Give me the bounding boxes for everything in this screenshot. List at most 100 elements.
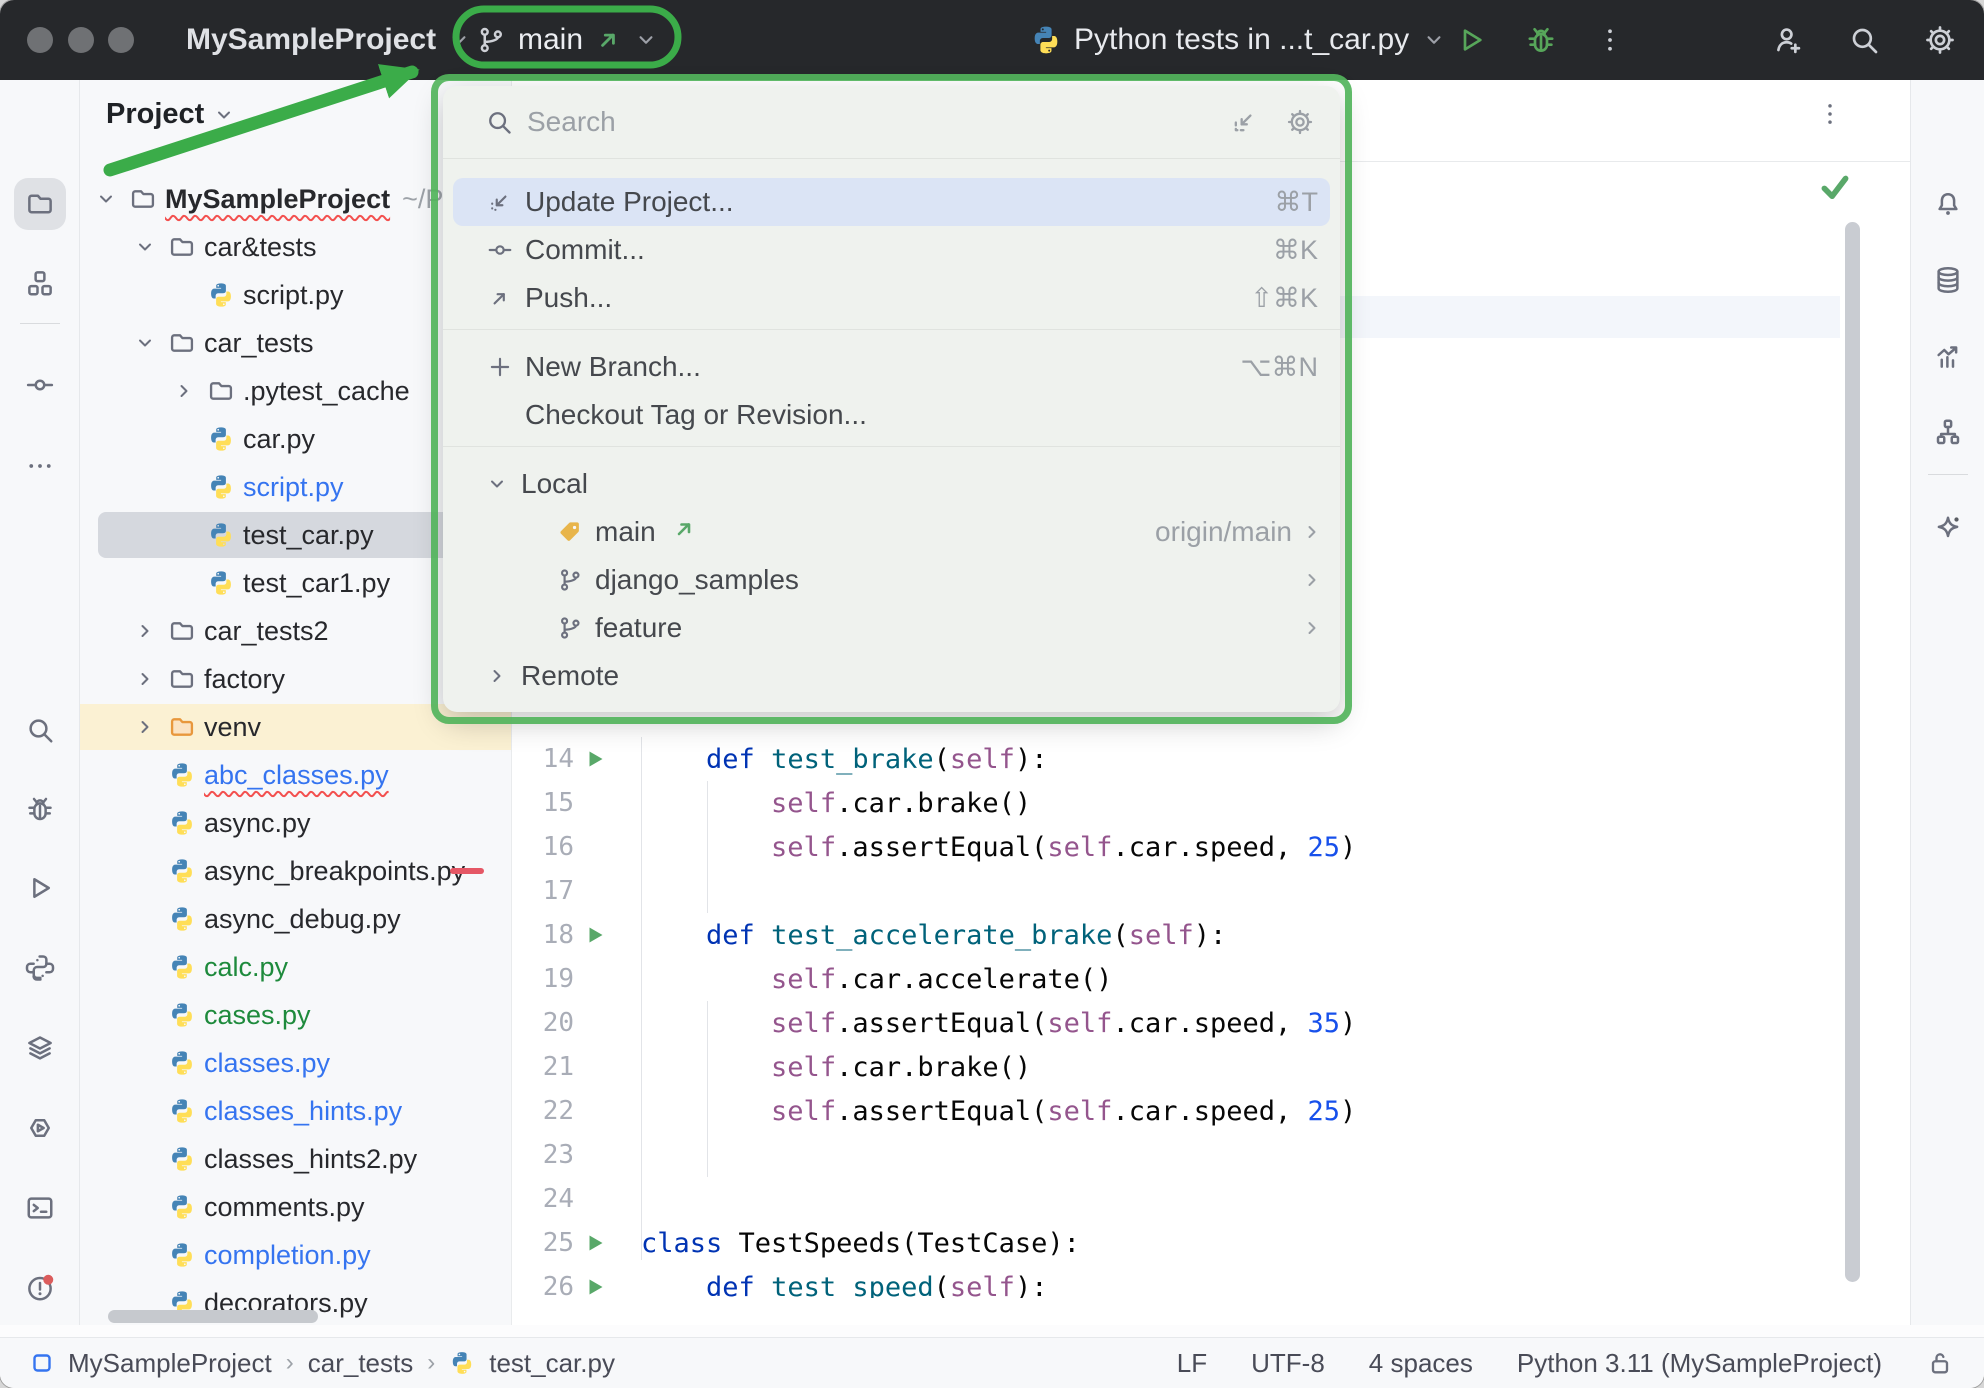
tool-database-button[interactable] bbox=[1922, 254, 1974, 306]
tree-row-cases.py[interactable]: cases.py bbox=[80, 991, 511, 1039]
tool-terminal-button[interactable] bbox=[14, 1182, 66, 1234]
editor-tab-options-button[interactable] bbox=[1816, 100, 1844, 128]
arrow-ur-icon bbox=[487, 285, 513, 311]
tool-services-button[interactable] bbox=[14, 1102, 66, 1154]
tool-project-button[interactable] bbox=[14, 178, 66, 230]
debug-button[interactable] bbox=[1525, 24, 1557, 56]
breadcrumb-item[interactable]: test_car.py bbox=[489, 1348, 615, 1379]
status-widget-python-3-11-mysampleproject-[interactable]: Python 3.11 (MySampleProject) bbox=[1517, 1348, 1882, 1379]
code-line-14[interactable]: 14 def test_brake(self): bbox=[512, 737, 1812, 781]
tree-row-async.py[interactable]: async.py bbox=[80, 799, 511, 847]
branch-item-feature[interactable]: feature bbox=[443, 604, 1340, 652]
tool-structure-right-button[interactable] bbox=[1922, 406, 1974, 458]
tool-run-button[interactable] bbox=[14, 862, 66, 914]
code-line-20[interactable]: 20 self.assertEqual(self.car.speed, 35) bbox=[512, 1001, 1812, 1045]
remote-header-label: Remote bbox=[521, 660, 620, 691]
status-widget-lf[interactable]: LF bbox=[1177, 1348, 1207, 1379]
remote-branches-header[interactable]: Remote bbox=[443, 652, 1340, 700]
branch-item-django_samples[interactable]: django_samples bbox=[443, 556, 1340, 604]
problems-icon bbox=[25, 1273, 55, 1303]
status-widgets: LF UTF-8 4 spaces Python 3.11 (MySampleProj… bbox=[1177, 1348, 1954, 1379]
run-button[interactable] bbox=[1455, 24, 1487, 56]
window-zoom-button[interactable] bbox=[108, 27, 134, 53]
tree-row-calc.py[interactable]: calc.py bbox=[80, 943, 511, 991]
tree-row-classes_hints.py[interactable]: classes_hints.py bbox=[80, 1087, 511, 1135]
code-line-24[interactable]: 24 bbox=[512, 1177, 1812, 1221]
menu-item-new-branch-[interactable]: New Branch... ⌥⌘N bbox=[443, 343, 1340, 391]
tree-row-async_breakpoints.py[interactable]: async_breakpoints.py bbox=[80, 847, 511, 895]
menu-item-push-[interactable]: Push... ⇧⌘K bbox=[443, 274, 1340, 322]
project-panel-header[interactable]: Project bbox=[106, 98, 236, 131]
branch-item-main[interactable]: main origin/main bbox=[443, 508, 1340, 556]
breadcrumb-item[interactable]: car_tests bbox=[308, 1348, 414, 1379]
chevron-down-icon[interactable] bbox=[127, 235, 163, 259]
tree-row-classes.py[interactable]: classes.py bbox=[80, 1039, 511, 1087]
chevron-down-icon[interactable] bbox=[88, 187, 124, 211]
inspections-ok-icon[interactable] bbox=[1818, 170, 1852, 204]
branch-widget[interactable]: main bbox=[476, 0, 659, 80]
code-line-18[interactable]: 18 def test_accelerate_brake(self): bbox=[512, 913, 1812, 957]
tool-ai-assistant-button[interactable] bbox=[1922, 502, 1974, 554]
open-in-tool-window-icon[interactable] bbox=[1230, 108, 1258, 136]
search-everywhere-button[interactable] bbox=[1848, 24, 1880, 56]
code-line-25[interactable]: 25 class TestSpeeds(TestCase): bbox=[512, 1221, 1812, 1265]
tool-notifications-button[interactable] bbox=[1922, 178, 1974, 230]
menu-item-checkout-tag-or-revision-[interactable]: Checkout Tag or Revision... bbox=[443, 391, 1340, 439]
code-line-23[interactable]: 23 bbox=[512, 1133, 1812, 1177]
tree-row-async_debug.py[interactable]: async_debug.py bbox=[80, 895, 511, 943]
branch-search-field[interactable]: Search bbox=[443, 86, 1340, 159]
tool-endpoints-button[interactable] bbox=[1922, 330, 1974, 382]
run-line-button[interactable] bbox=[580, 1275, 610, 1298]
breadcrumb-item[interactable]: MySampleProject bbox=[68, 1348, 272, 1379]
settings-button[interactable] bbox=[1924, 24, 1956, 56]
tool-debug-button[interactable] bbox=[14, 783, 66, 835]
tree-horizontal-scrollbar[interactable] bbox=[108, 1310, 318, 1323]
run-line-button[interactable] bbox=[580, 1231, 610, 1255]
menu-item-commit-[interactable]: Commit... ⌘K bbox=[443, 226, 1340, 274]
editor-scrollbar[interactable] bbox=[1845, 222, 1860, 1282]
more-actions-button[interactable] bbox=[1595, 25, 1625, 55]
window-minimize-button[interactable] bbox=[68, 27, 94, 53]
chevron-right-icon[interactable] bbox=[127, 715, 163, 739]
tool-structure-button[interactable] bbox=[14, 257, 66, 309]
chevron-right-icon[interactable] bbox=[127, 619, 163, 643]
menu-item-update-project-[interactable]: Update Project... ⌘T bbox=[443, 178, 1340, 226]
layers-icon bbox=[25, 1033, 55, 1063]
chevron-right-icon[interactable] bbox=[127, 667, 163, 691]
tree-row-venv[interactable]: venv bbox=[80, 703, 511, 751]
services-icon bbox=[25, 1113, 55, 1143]
code-line-15[interactable]: 15 self.car.brake() bbox=[512, 781, 1812, 825]
code-line-26[interactable]: 26 def test_speed(self): bbox=[512, 1265, 1812, 1299]
tool-search-button[interactable] bbox=[14, 704, 66, 756]
project-widget[interactable]: MySampleProject bbox=[186, 0, 472, 80]
local-branches-header[interactable]: Local bbox=[443, 460, 1340, 508]
tool-python-packages-button[interactable] bbox=[14, 942, 66, 994]
code-line-16[interactable]: 16 self.assertEqual(self.car.speed, 25) bbox=[512, 825, 1812, 869]
run-configuration-widget[interactable]: Python tests in ...t_car.py bbox=[1030, 0, 1447, 80]
window-close-button[interactable] bbox=[27, 27, 53, 53]
tree-row-label: car_tests bbox=[204, 327, 314, 358]
tool-dependencies-button[interactable] bbox=[14, 1022, 66, 1074]
chevron-down-icon[interactable] bbox=[127, 331, 163, 355]
code-line-19[interactable]: 19 self.car.accelerate() bbox=[512, 957, 1812, 1001]
code-line-22[interactable]: 22 self.assertEqual(self.car.speed, 25) bbox=[512, 1089, 1812, 1133]
code-line-17[interactable]: 17 bbox=[512, 869, 1812, 913]
gear-icon[interactable] bbox=[1286, 108, 1314, 136]
run-line-button[interactable] bbox=[580, 923, 610, 947]
tool-commit-button[interactable] bbox=[14, 359, 66, 411]
chevron-right-icon bbox=[485, 664, 509, 688]
code-line-21[interactable]: 21 self.car.brake() bbox=[512, 1045, 1812, 1089]
status-widget-utf-8[interactable]: UTF-8 bbox=[1251, 1348, 1325, 1379]
tree-row-completion.py[interactable]: completion.py bbox=[80, 1231, 511, 1279]
chevron-right-icon[interactable] bbox=[166, 379, 202, 403]
tree-row-comments.py[interactable]: comments.py bbox=[80, 1183, 511, 1231]
tool-problems-button[interactable] bbox=[14, 1262, 66, 1314]
run-line-button[interactable] bbox=[580, 747, 610, 771]
tree-row-classes_hints2.py[interactable]: classes_hints2.py bbox=[80, 1135, 511, 1183]
folder-icon bbox=[25, 189, 55, 219]
tree-row-abc_classes.py[interactable]: abc_classes.py bbox=[80, 751, 511, 799]
status-bar: MySampleProject › car_tests › test_car.py LF… bbox=[0, 1337, 1984, 1388]
tool-more-button[interactable] bbox=[14, 440, 66, 492]
code-with-me-button[interactable] bbox=[1772, 24, 1804, 56]
status-widget-4-spaces[interactable]: 4 spaces bbox=[1369, 1348, 1473, 1379]
